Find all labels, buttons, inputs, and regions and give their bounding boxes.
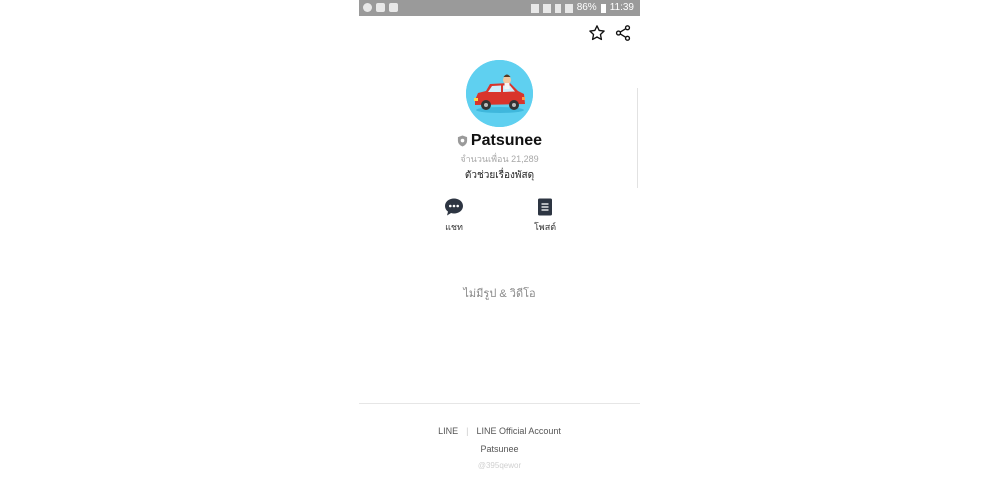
footer-account-id: @395qewor [477,461,522,470]
message-notification-icon [389,3,398,12]
notification-icons [363,3,398,12]
chat-bubble-icon [445,198,463,216]
footer-divider [359,403,640,404]
sim-icon [554,3,561,13]
post-label: โพสต์ [533,222,557,232]
favorite-star-icon[interactable] [588,24,606,42]
chat-label: แชท [445,222,463,232]
chat-button[interactable]: แชท [424,197,484,234]
profile-toolbar [588,24,632,42]
mute-icon [530,3,539,13]
footer-links: LINE | LINE Official Account [359,426,640,436]
wifi-icon [542,3,551,13]
avatar[interactable] [466,60,533,127]
profile-name-row: Patsunee [359,132,640,150]
verified-shield-icon [457,135,468,147]
official-account-link[interactable]: LINE Official Account [476,426,560,436]
line-notification-icon [363,3,372,12]
status-bar: 86% 11:39 [359,0,640,16]
share-icon[interactable] [614,24,632,42]
profile-name: Patsunee [470,132,543,149]
empty-media-message: ไม่มีรูป & วิดีโอ [463,288,536,300]
footer-account-name: Patsunee [480,444,519,454]
post-document-icon [538,198,552,216]
status-message: ตัวช่วยเรื่องพัสดุ [464,170,535,181]
gallery-notification-icon [376,3,385,12]
friends-count: จำนวนเพื่อน 21,289 [460,154,539,164]
battery-percent: 86% [576,2,597,13]
battery-icon [600,3,606,13]
system-status: 86% 11:39 [530,2,634,14]
car-driver-avatar-icon [466,60,533,127]
clock: 11:39 [609,2,634,13]
phone-screen: 86% 11:39 Patsunee จำนวนเพื่อน 21,289 ตั… [359,0,640,500]
post-button[interactable]: โพสต์ [515,197,575,234]
signal-icon [564,3,573,13]
line-link[interactable]: LINE [438,426,458,436]
footer-separator: | [466,426,469,436]
